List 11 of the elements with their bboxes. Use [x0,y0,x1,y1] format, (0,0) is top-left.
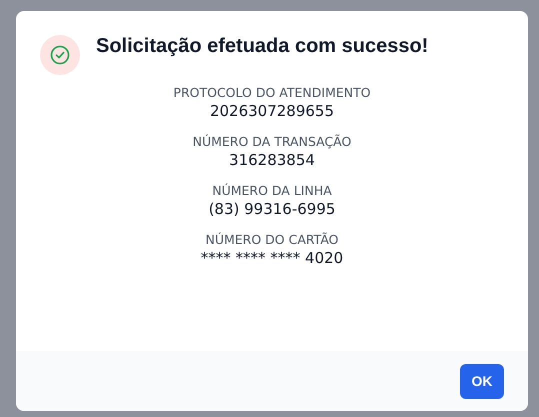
dialog-title: Solicitação efetuada com sucesso! [96,35,428,58]
field-value: (83) 99316-6995 [208,200,336,218]
field-value: 2026307289655 [210,102,334,120]
field-label: PROTOCOLO DO ATENDIMENTO [173,85,371,100]
field-label: NÚMERO DA LINHA [212,183,332,198]
check-circle-icon [40,35,80,75]
field-value: **** **** **** 4020 [200,249,344,267]
ok-button[interactable]: OK [460,364,504,398]
field-label: NÚMERO DA TRANSAÇÃO [192,134,352,149]
field-label: NÚMERO DO CARTÃO [205,232,338,247]
field-value: 316283854 [229,151,315,169]
